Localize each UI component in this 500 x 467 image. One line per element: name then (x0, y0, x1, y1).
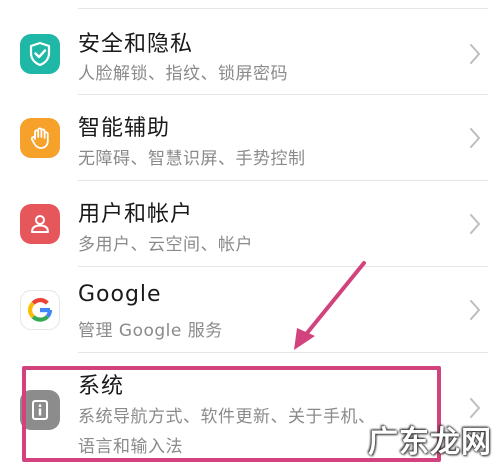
item-subtitle: 管理 Google 服务 (78, 321, 223, 341)
item-subtitle: 多用户、云空间、帐户 (78, 235, 253, 255)
item-subtitle: 人脸解锁、指纹、锁屏密码 (78, 64, 288, 84)
hand-icon (20, 118, 60, 158)
settings-item-users-accounts[interactable]: 用户和帐户 多用户、云空间、帐户 (0, 186, 500, 266)
chevron-right-icon (470, 300, 480, 320)
divider (78, 94, 488, 95)
settings-item-security[interactable]: 安全和隐私 人脸解锁、指纹、锁屏密码 (0, 16, 500, 94)
divider (78, 352, 488, 353)
chevron-right-icon (470, 128, 480, 148)
shield-check-icon (20, 34, 60, 74)
user-icon (20, 204, 60, 244)
item-title: Google (78, 282, 162, 307)
settings-item-google[interactable]: Google 管理 Google 服务 (0, 272, 500, 352)
chevron-right-icon (470, 44, 480, 64)
google-icon (20, 290, 60, 330)
item-subtitle: 无障碍、智慧识屏、手势控制 (78, 149, 306, 169)
item-title: 用户和帐户 (78, 202, 194, 227)
item-title: 安全和隐私 (78, 32, 194, 57)
item-title: 智能辅助 (78, 116, 171, 141)
divider (78, 180, 488, 181)
divider (78, 8, 488, 9)
chevron-right-icon (470, 214, 480, 234)
settings-item-smart-assist[interactable]: 智能辅助 无障碍、智慧识屏、手势控制 (0, 100, 500, 180)
divider (78, 266, 488, 267)
watermark: 广东龙网 (368, 425, 492, 460)
